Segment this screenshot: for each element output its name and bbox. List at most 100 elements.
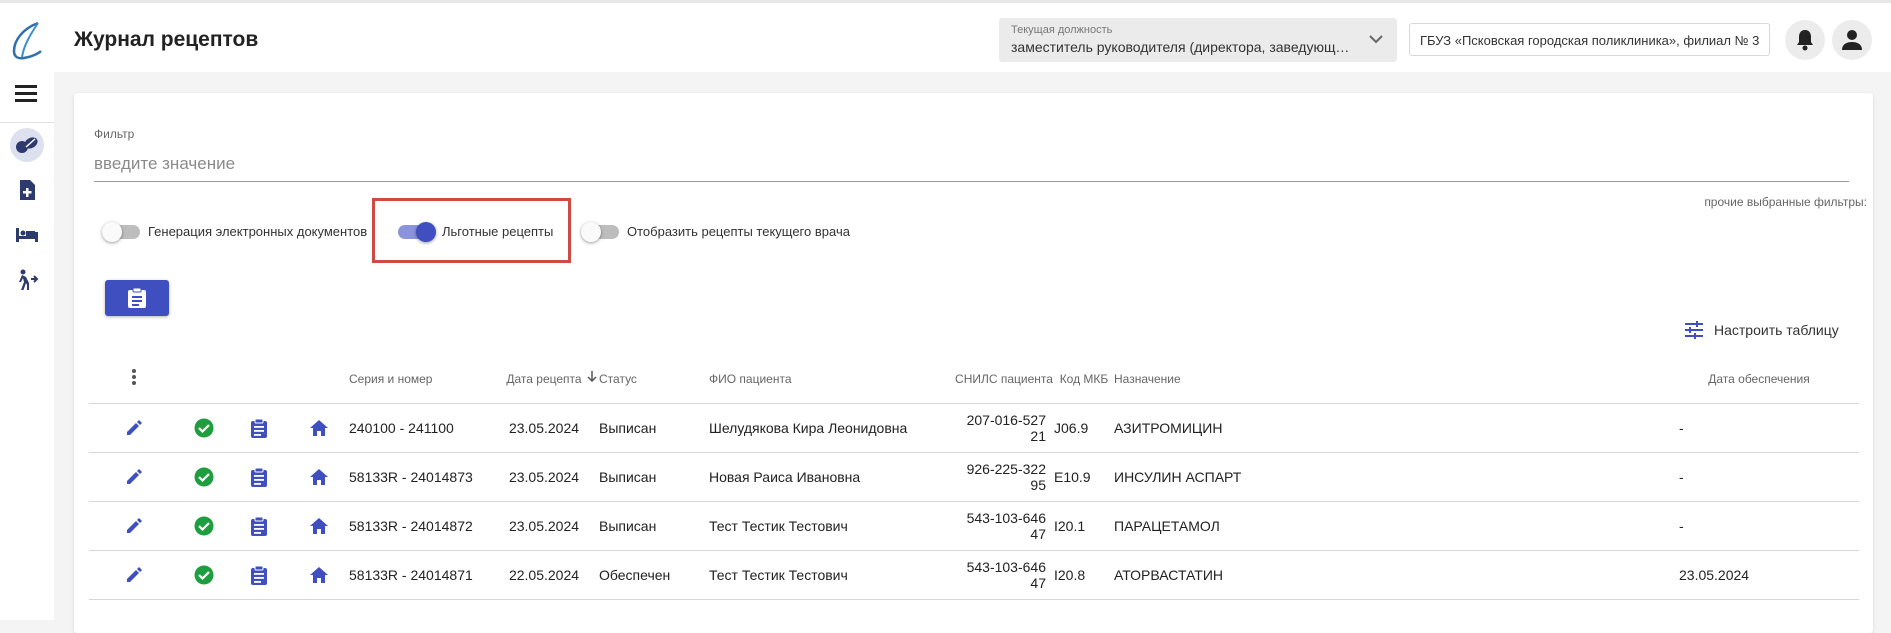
cell-supply-date: -: [1659, 452, 1859, 502]
filter-label: Фильтр: [94, 127, 135, 141]
cell-mkb: E10.9: [1054, 452, 1114, 502]
clipboard-icon: [128, 287, 146, 308]
sidebar-item-discharge[interactable]: [10, 263, 44, 297]
toggle-label: Генерация электронных документов: [148, 224, 368, 239]
header-snils[interactable]: СНИЛС пациента: [954, 355, 1054, 404]
cell-purpose: ИНСУЛИН АСПАРТ: [1114, 452, 1659, 502]
edit-pencil-icon[interactable]: [125, 419, 143, 437]
main-card: Фильтр прочие выбранные фильтры: Генерац…: [74, 93, 1873, 633]
status-ok-cell: [179, 501, 229, 551]
home-cell[interactable]: [289, 452, 349, 502]
notifications-button[interactable]: [1785, 20, 1825, 60]
header-supply-date[interactable]: Дата обеспечения: [1659, 355, 1859, 404]
home-cell[interactable]: [289, 501, 349, 551]
table-row[interactable]: 58133R - 24014871 22.05.2024 Обеспечен Т…: [89, 550, 1859, 600]
check-circle-icon: [194, 467, 214, 487]
cell-date: 23.05.2024: [504, 452, 584, 502]
cell-purpose: АТОРВАСТАТИН: [1114, 550, 1659, 600]
configure-table-button[interactable]: Настроить таблицу: [1684, 321, 1839, 339]
toggle-current-doctor-recipes[interactable]: Отобразить рецепты текущего врача: [581, 221, 850, 242]
document-cell[interactable]: [229, 550, 289, 600]
cell-snils: 926-225-322 95: [954, 452, 1054, 502]
bell-icon: [1797, 30, 1813, 51]
home-icon[interactable]: [309, 566, 329, 584]
clipboard-icon[interactable]: [250, 516, 268, 536]
cell-series: 58133R - 24014871: [349, 550, 504, 600]
user-account-button[interactable]: [1832, 20, 1872, 60]
cell-snils: 543-103-646 47: [954, 501, 1054, 551]
highlight-annotation: [372, 198, 571, 263]
check-circle-icon: [194, 418, 214, 438]
cell-status: Обеспечен: [599, 550, 709, 600]
header-patient[interactable]: ФИО пациента: [709, 355, 954, 404]
page-title: Журнал рецептов: [74, 28, 259, 51]
status-ok-cell: [179, 403, 229, 453]
filter-input[interactable]: [94, 147, 1849, 182]
edit-pencil-icon[interactable]: [125, 566, 143, 584]
walking-person-arrow-icon: [19, 269, 39, 290]
edit-cell[interactable]: [89, 403, 179, 453]
sidebar-item-hospital[interactable]: [10, 218, 44, 252]
organization-selector[interactable]: ГБУЗ «Псковская городская поликлиника», …: [1409, 23, 1771, 56]
pills-icon: [16, 137, 38, 153]
cell-mkb: J06.9: [1054, 403, 1114, 453]
home-icon[interactable]: [309, 468, 329, 486]
cell-date: 23.05.2024: [504, 501, 584, 551]
edit-cell[interactable]: [89, 452, 179, 502]
cell-mkb: I20.8: [1054, 550, 1114, 600]
current-position-select[interactable]: Текущая должность заместитель руководите…: [999, 18, 1397, 62]
recipes-table: Серия и номер Дата рецепта Статус ФИО па…: [89, 355, 1859, 600]
sidebar-item-recipes[interactable]: [10, 128, 44, 162]
more-vertical-icon[interactable]: [131, 368, 137, 386]
cell-purpose: АЗИТРОМИЦИН: [1114, 403, 1659, 453]
cell-date: 22.05.2024: [504, 550, 584, 600]
cell-patient: Тест Тестик Тестович: [709, 501, 954, 551]
document-cell[interactable]: [229, 452, 289, 502]
cell-patient: Новая Раиса Ивановна: [709, 452, 954, 502]
app-logo[interactable]: [10, 21, 44, 61]
cell-series: 58133R - 24014872: [349, 501, 504, 551]
header-date[interactable]: Дата рецепта: [504, 355, 584, 404]
check-circle-icon: [194, 565, 214, 585]
hamburger-menu-icon[interactable]: [13, 82, 39, 104]
report-button[interactable]: [105, 280, 169, 316]
clipboard-icon[interactable]: [250, 565, 268, 585]
header-purpose[interactable]: Назначение: [1114, 355, 1659, 404]
medical-document-icon: [20, 180, 35, 200]
sort-desc-header[interactable]: [584, 355, 599, 404]
toggle-label: Отобразить рецепты текущего врача: [627, 224, 850, 239]
home-icon[interactable]: [309, 419, 329, 437]
top-bar: Журнал рецептов Текущая должность замест…: [0, 0, 1891, 72]
column-menu-header[interactable]: [89, 355, 179, 404]
position-label: Текущая должность: [1011, 24, 1113, 36]
edit-pencil-icon[interactable]: [125, 468, 143, 486]
document-cell[interactable]: [229, 403, 289, 453]
table-row[interactable]: 240100 - 241100 23.05.2024 Выписан Шелуд…: [89, 403, 1859, 453]
header-status[interactable]: Статус: [599, 355, 709, 404]
toggle-switch[interactable]: [581, 221, 619, 242]
table-row[interactable]: 58133R - 24014873 23.05.2024 Выписан Нов…: [89, 452, 1859, 502]
sidebar-item-documents[interactable]: [10, 173, 44, 207]
home-icon[interactable]: [309, 517, 329, 535]
cell-status: Выписан: [599, 501, 709, 551]
edit-cell[interactable]: [89, 550, 179, 600]
table-row[interactable]: 58133R - 24014872 23.05.2024 Выписан Тес…: [89, 501, 1859, 551]
header-series[interactable]: Серия и номер: [349, 355, 504, 404]
edit-pencil-icon[interactable]: [125, 517, 143, 535]
cell-mkb: I20.1: [1054, 501, 1114, 551]
home-cell[interactable]: [289, 403, 349, 453]
header-mkb[interactable]: Код МКБ: [1054, 355, 1114, 404]
home-cell[interactable]: [289, 550, 349, 600]
document-cell[interactable]: [229, 501, 289, 551]
arrow-down-icon[interactable]: [586, 371, 597, 383]
other-filters-label: прочие выбранные фильтры:: [1704, 195, 1867, 209]
cell-patient: Тест Тестик Тестович: [709, 550, 954, 600]
clipboard-icon[interactable]: [250, 467, 268, 487]
toggle-switch[interactable]: [102, 221, 140, 242]
status-ok-cell: [179, 550, 229, 600]
clipboard-icon[interactable]: [250, 418, 268, 438]
toggle-electronic-documents[interactable]: Генерация электронных документов: [102, 221, 368, 242]
edit-cell[interactable]: [89, 501, 179, 551]
cell-snils: 543-103-646 47: [954, 550, 1054, 600]
table-header-row: Серия и номер Дата рецепта Статус ФИО па…: [89, 355, 1859, 404]
